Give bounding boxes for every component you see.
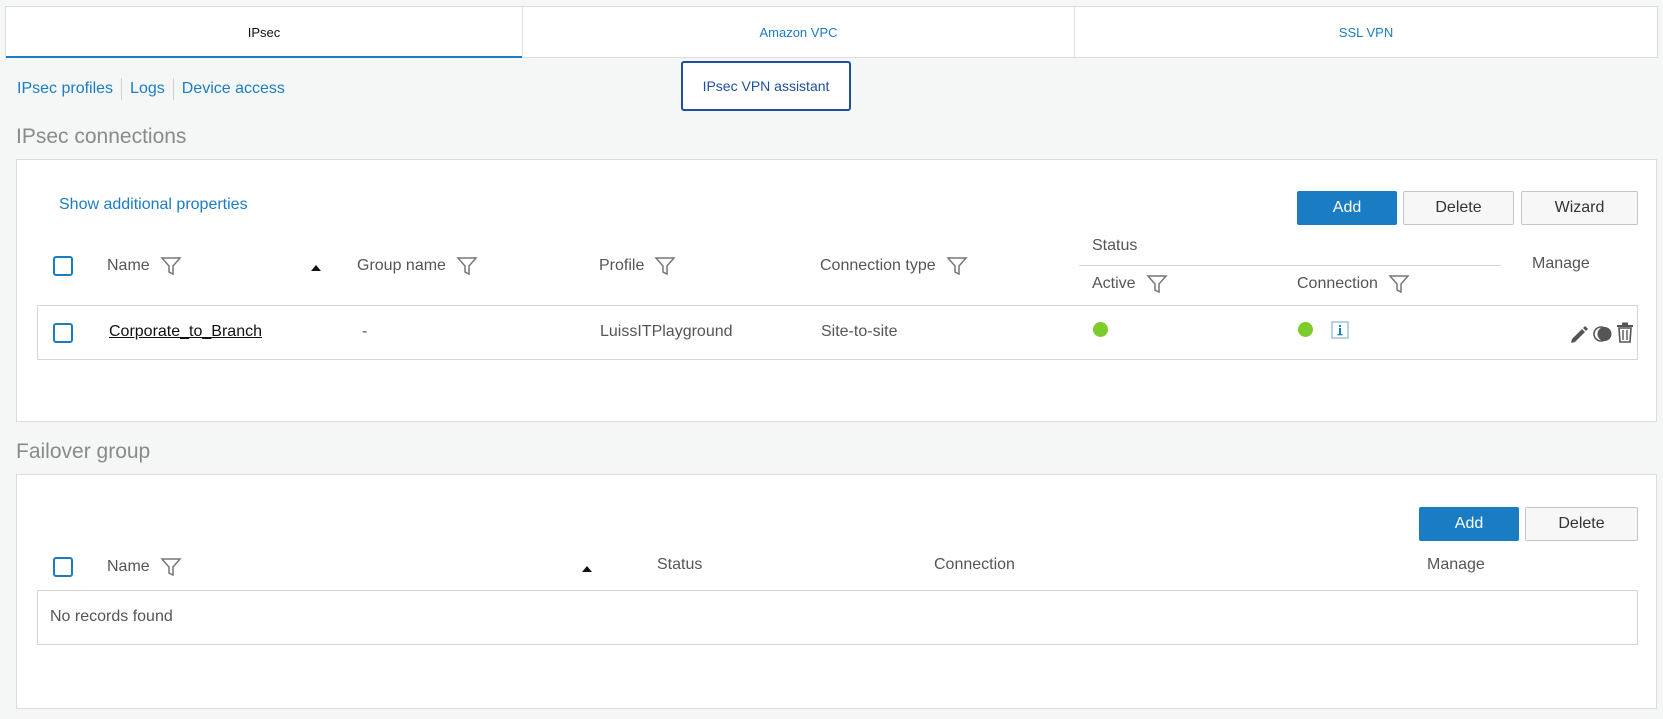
ipsec-connections-title: IPsec connections bbox=[16, 125, 187, 148]
profile-cell: LuissITPlayground bbox=[600, 323, 733, 340]
filter-icon[interactable] bbox=[654, 255, 677, 277]
toggle-icon[interactable] bbox=[1593, 325, 1613, 343]
delete-button[interactable]: Delete bbox=[1403, 191, 1514, 225]
tab-ipsec[interactable]: IPsec bbox=[6, 7, 523, 58]
col-connection-type-label: Connection type bbox=[820, 257, 936, 274]
col-connection: Connection bbox=[934, 556, 1015, 574]
tab-ssl-vpn[interactable]: SSL VPN bbox=[1075, 7, 1657, 57]
col-group-name-label: Group name bbox=[357, 257, 446, 274]
sort-ascending-icon[interactable] bbox=[582, 566, 592, 572]
no-records-message: No records found bbox=[50, 608, 173, 625]
delete-button[interactable]: Delete bbox=[1525, 507, 1638, 541]
col-name: Name bbox=[107, 255, 182, 277]
col-name: Name bbox=[107, 556, 182, 578]
col-status-label: Status bbox=[657, 556, 703, 573]
sort-ascending-icon[interactable] bbox=[311, 265, 321, 271]
group-name-cell: - bbox=[362, 323, 368, 340]
select-all-checkbox[interactable] bbox=[53, 256, 73, 276]
col-name-label: Name bbox=[107, 257, 150, 274]
tab-amazon-vpc[interactable]: Amazon VPC bbox=[523, 7, 1075, 57]
col-name-label: Name bbox=[107, 558, 150, 575]
col-connection-label: Connection bbox=[1297, 275, 1378, 292]
table-row: Corporate_to_Branch - LuissITPlayground … bbox=[37, 305, 1638, 360]
connection-status-dot bbox=[1298, 322, 1313, 337]
info-icon[interactable] bbox=[1331, 321, 1349, 339]
col-manage-label: Manage bbox=[1427, 556, 1485, 573]
col-profile: Profile bbox=[599, 255, 677, 277]
add-button[interactable]: Add bbox=[1419, 507, 1519, 541]
col-connection-label: Connection bbox=[934, 556, 1015, 573]
col-manage: Manage bbox=[1427, 556, 1485, 574]
row-checkbox[interactable] bbox=[53, 323, 73, 343]
col-connection-type: Connection type bbox=[820, 255, 968, 277]
failover-group-title: Failover group bbox=[16, 440, 151, 463]
filter-icon[interactable] bbox=[456, 255, 478, 277]
failover-group-panel: Add Delete Name Status Connection Manage… bbox=[16, 474, 1657, 709]
col-status: Status bbox=[657, 556, 702, 574]
edit-icon[interactable] bbox=[1569, 324, 1589, 344]
show-additional-properties-link[interactable]: Show additional properties bbox=[59, 196, 248, 214]
vpn-tabs: IPsec Amazon VPC SSL VPN bbox=[5, 6, 1658, 58]
ipsec-vpn-assistant-button[interactable]: IPsec VPN assistant bbox=[681, 61, 851, 111]
col-profile-label: Profile bbox=[599, 257, 645, 274]
link-logs[interactable]: Logs bbox=[122, 78, 174, 100]
filter-icon[interactable] bbox=[160, 255, 182, 277]
connection-name-link[interactable]: Corporate_to_Branch bbox=[109, 323, 262, 341]
filter-icon[interactable] bbox=[160, 556, 182, 578]
ipsec-connections-panel: Show additional properties Add Delete Wi… bbox=[16, 159, 1657, 422]
link-device-access[interactable]: Device access bbox=[174, 78, 293, 100]
col-manage: Manage bbox=[1532, 255, 1590, 273]
col-active: Active bbox=[1092, 273, 1168, 295]
filter-icon[interactable] bbox=[1388, 273, 1410, 295]
col-active-label: Active bbox=[1092, 275, 1136, 292]
add-button[interactable]: Add bbox=[1297, 191, 1397, 225]
link-ipsec-profiles[interactable]: IPsec profiles bbox=[17, 78, 123, 100]
delete-icon[interactable] bbox=[1616, 322, 1634, 343]
active-status-dot[interactable] bbox=[1093, 322, 1108, 337]
wizard-button[interactable]: Wizard bbox=[1521, 191, 1638, 225]
filter-icon[interactable] bbox=[945, 255, 968, 277]
select-all-checkbox[interactable] bbox=[53, 557, 73, 577]
status-divider bbox=[1079, 265, 1501, 266]
sub-navigation: IPsec profiles Logs Device access bbox=[17, 78, 293, 100]
col-group-name: Group name bbox=[357, 255, 478, 277]
col-status-label: Status bbox=[1092, 237, 1138, 254]
col-manage-label: Manage bbox=[1532, 255, 1590, 272]
col-status-group: Status bbox=[1092, 237, 1137, 255]
empty-row: No records found bbox=[37, 590, 1638, 645]
filter-icon[interactable] bbox=[1145, 273, 1168, 295]
connection-type-cell: Site-to-site bbox=[821, 323, 898, 340]
col-connection: Connection bbox=[1297, 273, 1410, 295]
